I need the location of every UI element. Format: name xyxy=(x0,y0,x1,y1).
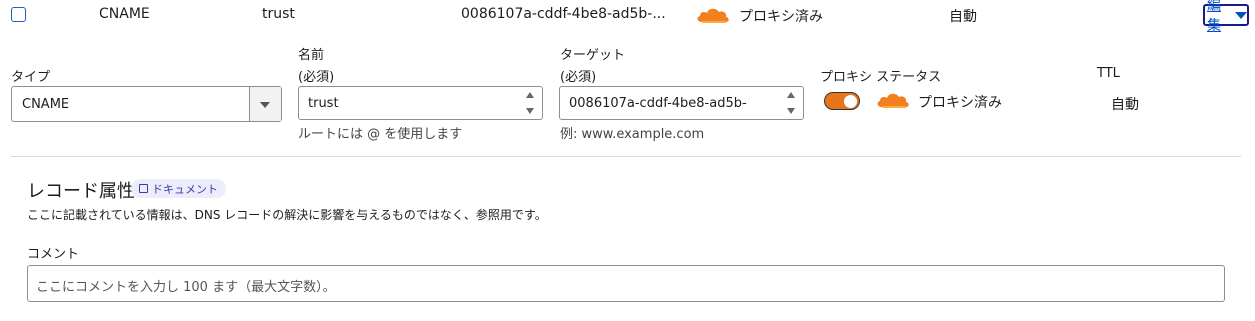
proxy-status-label: プロキシ ステータス xyxy=(820,70,942,85)
name-hint: ルートには @ を使用します xyxy=(298,127,463,142)
cloud-icon xyxy=(696,7,730,23)
cloud-icon xyxy=(874,92,912,108)
target-input-spinner[interactable] xyxy=(787,90,797,116)
section-title: レコード属性 xyxy=(27,181,135,202)
record-ttl: 自動 xyxy=(949,9,977,25)
target-input[interactable]: 0086107a-cddf-4be8-ad5b- xyxy=(559,86,804,120)
edit-button-label: 編集 xyxy=(1207,0,1221,34)
target-hint: 例: www.example.com xyxy=(560,127,705,142)
type-select[interactable]: CNAME xyxy=(11,86,282,122)
comment-label: コメント xyxy=(27,247,80,262)
spinner-down-icon xyxy=(787,108,795,114)
record-select-checkbox[interactable] xyxy=(11,7,26,22)
spinner-down-icon xyxy=(526,108,534,114)
documentation-label: ドキュメント xyxy=(152,182,218,196)
book-icon xyxy=(139,184,148,193)
ttl-value: 自動 xyxy=(1111,97,1139,113)
name-label: 名前 xyxy=(298,48,325,63)
proxy-status-value: プロキシ済み xyxy=(918,95,1002,111)
record-proxy-status: プロキシ済み xyxy=(739,9,823,25)
comment-input[interactable]: ここにコメントを入力し 100 ます（最大文字数）。 xyxy=(27,265,1225,302)
dropdown-arrow-icon xyxy=(260,102,270,108)
target-label: ターゲット xyxy=(560,48,626,63)
ttl-label: TTL xyxy=(1097,66,1120,81)
type-select-value: CNAME xyxy=(22,97,70,112)
proxy-toggle[interactable] xyxy=(824,92,860,110)
spinner-up-icon xyxy=(787,92,795,98)
chevron-down-icon xyxy=(1235,11,1247,19)
comment-placeholder: ここにコメントを入力し 100 ます（最大文字数）。 xyxy=(36,280,336,295)
target-required-label: (必須) xyxy=(560,70,597,85)
select-dropdown-toggle[interactable] xyxy=(249,87,281,121)
record-type: CNAME xyxy=(99,6,150,22)
edit-button[interactable]: 編集 xyxy=(1203,0,1249,34)
spinner-up-icon xyxy=(526,92,534,98)
name-input-spinner[interactable] xyxy=(526,90,536,116)
name-input[interactable]: trust xyxy=(298,86,543,120)
record-name: trust xyxy=(262,6,295,22)
name-required-label: (必須) xyxy=(298,70,335,85)
section-description: ここに記載されている情報は、DNS レコードの解決に影響を与えるものではなく、参… xyxy=(27,208,547,222)
type-label: タイプ xyxy=(11,70,51,85)
toggle-knob xyxy=(844,94,857,108)
record-content: 0086107a-cddf-4be8-ad5b-... xyxy=(461,6,666,22)
name-input-value: trust xyxy=(308,96,339,111)
target-input-value: 0086107a-cddf-4be8-ad5b- xyxy=(569,96,747,111)
documentation-link[interactable]: ドキュメント xyxy=(131,179,226,198)
section-divider xyxy=(11,156,1241,157)
